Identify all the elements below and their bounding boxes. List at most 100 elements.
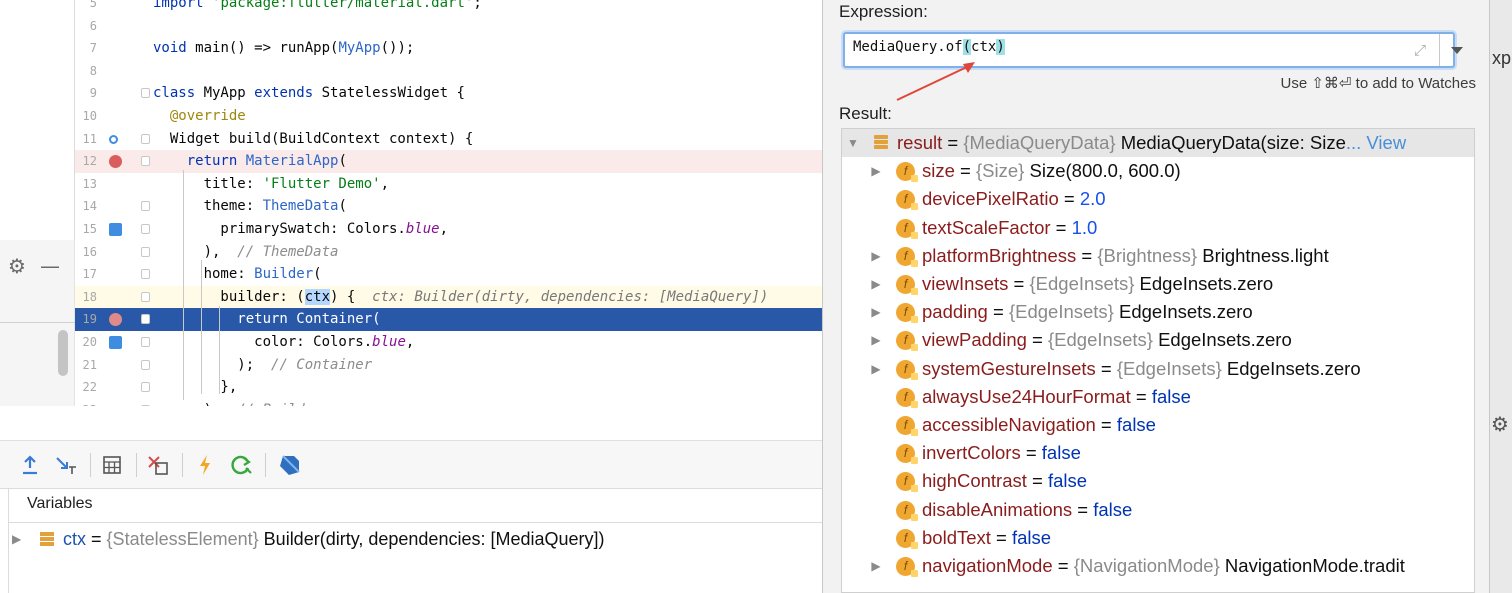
code-line[interactable]: 19 return Container( [75, 308, 822, 331]
evaluate-expression-dialog: Expression: MediaQuery.of(ctx) ⤢ Use ⇧⌘⏎… [822, 0, 1490, 593]
fold-marker-icon[interactable] [141, 246, 150, 257]
fold-marker-icon[interactable] [141, 133, 150, 144]
code-line[interactable]: 17 home: Builder( [75, 263, 822, 286]
field-value: Size(800.0, 600.0) [1029, 160, 1181, 182]
code-line[interactable]: 15 primarySwatch: Colors.blue, [75, 218, 822, 241]
scrollbar-thumb[interactable] [58, 330, 68, 376]
expand-arrow-icon[interactable]: ▶ [869, 298, 883, 326]
field-icon: f [896, 218, 918, 239]
result-field-row[interactable]: f highContrast = false [842, 467, 1474, 495]
expanded-arrow-icon[interactable]: ▼ [846, 129, 860, 157]
code-line[interactable]: 9 class MyApp extends StatelessWidget { [75, 82, 822, 105]
flutter-outline-icon[interactable] [109, 223, 122, 236]
calculator-icon[interactable] [100, 453, 124, 477]
result-tree[interactable]: ▼ result = {MediaQueryData} MediaQueryDa… [841, 128, 1475, 593]
code-line[interactable]: 22 }, [75, 376, 822, 399]
result-field-row[interactable]: ▶ f navigationMode = {NavigationMode} Navi… [842, 552, 1474, 580]
fold-marker-icon[interactable] [141, 382, 150, 393]
minus-icon[interactable]: — [40, 254, 60, 278]
result-field-row[interactable]: f invertColors = false [842, 439, 1474, 467]
line-number: 19 [82, 312, 97, 327]
result-field-row[interactable]: ▶ f platformBrightness = {Brightness} Brig… [842, 242, 1474, 270]
result-field-row[interactable]: f boldText = false [842, 524, 1474, 552]
indent-guide [201, 260, 202, 394]
field-type: {Brightness} [1097, 244, 1198, 266]
view-link[interactable]: View [1366, 132, 1406, 153]
expand-arrow-icon[interactable]: ▶ [869, 270, 883, 298]
code-editor[interactable]: 5 import 'package:flutter/material.dart';… [75, 0, 822, 406]
code-line[interactable]: 5 import 'package:flutter/material.dart'; [75, 0, 822, 15]
expand-arrow-icon[interactable]: ▶ [12, 527, 21, 551]
result-field-row[interactable]: ▶ f viewInsets = {EdgeInsets} EdgeInsets.z… [842, 270, 1474, 298]
code-line[interactable]: 13 title: 'Flutter Demo', [75, 173, 822, 196]
expand-arrow-icon[interactable]: ▶ [869, 326, 883, 354]
code-line[interactable]: 12 return MaterialApp( [75, 150, 822, 173]
result-field-row[interactable]: ▶ f systemGestureInsets = {EdgeInsets} Edg… [842, 355, 1474, 383]
line-number: 20 [82, 335, 97, 349]
mute-breakpoints-icon[interactable] [146, 453, 170, 477]
fold-marker-icon[interactable] [141, 291, 150, 302]
code-line[interactable]: 10 @override [75, 105, 822, 128]
result-field-row[interactable]: f alwaysUse24HourFormat = false [842, 383, 1474, 411]
code-line[interactable]: 11 Widget build(BuildContext context) { [75, 128, 822, 151]
field-value: false [1048, 470, 1088, 492]
step-out-icon[interactable] [18, 453, 42, 477]
fold-marker-icon[interactable] [141, 201, 150, 212]
field-name: invertColors [922, 442, 1021, 464]
field-icon: f [896, 387, 918, 408]
expand-icon[interactable]: ⤢ [1410, 41, 1430, 59]
fold-marker-icon[interactable] [141, 359, 150, 370]
code-line[interactable]: 14 theme: ThemeData( [75, 195, 822, 218]
fold-marker-icon[interactable] [141, 269, 150, 280]
code-line[interactable]: 18 builder: (ctx) { ctx: Builder(dirty, … [75, 285, 822, 309]
run-to-cursor-icon[interactable] [54, 453, 78, 477]
code-text: title: 'Flutter Demo', [153, 175, 390, 192]
fold-marker-icon[interactable] [141, 88, 150, 99]
field-icon: f [896, 557, 918, 577]
field-icon: f [896, 190, 918, 211]
fold-marker-icon[interactable] [141, 156, 150, 167]
lightning-icon[interactable] [193, 453, 217, 477]
fold-marker-icon[interactable] [141, 314, 150, 325]
override-icon[interactable] [109, 134, 118, 144]
breakpoint-icon[interactable] [109, 313, 122, 327]
field-value: NavigationMode.tradit [1224, 555, 1405, 576]
result-field-row[interactable]: f disableAnimations = false [842, 496, 1474, 524]
result-field-row[interactable]: f textScaleFactor = 1.0 [842, 214, 1474, 242]
field-value: Brightness.light [1202, 244, 1329, 266]
result-field-row[interactable]: f accessibleNavigation = false [842, 411, 1474, 439]
field-name: textScaleFactor [922, 216, 1051, 238]
expand-arrow-icon[interactable]: ▶ [869, 355, 883, 383]
breakpoint-icon[interactable] [109, 155, 122, 169]
result-root-row[interactable]: ▼ result = {MediaQueryData} MediaQueryDa… [842, 129, 1474, 158]
fold-marker-icon[interactable] [141, 224, 150, 234]
line-number: 16 [82, 244, 97, 259]
fold-marker-icon[interactable] [141, 337, 150, 347]
result-field-row[interactable]: ▶ f viewPadding = {EdgeInsets} EdgeInsets.… [842, 326, 1474, 354]
expand-arrow-icon[interactable]: ▶ [869, 157, 883, 185]
chevron-down-icon [1450, 46, 1463, 54]
code-line[interactable]: 16 ), // ThemeData [75, 241, 822, 264]
code-text: color: Colors.blue, [153, 334, 415, 350]
flutter-outline-icon[interactable] [109, 336, 122, 349]
code-line[interactable]: 6 [75, 15, 822, 38]
gear-icon[interactable]: ⚙ [1491, 412, 1509, 436]
code-line[interactable]: 8 [75, 60, 822, 83]
gear-icon[interactable]: ⚙ [8, 254, 26, 278]
field-icon: f [896, 162, 918, 183]
restart-icon[interactable] [229, 453, 253, 477]
dart-icon[interactable] [277, 453, 301, 477]
history-dropdown-button[interactable] [1439, 34, 1473, 66]
line-number: 18 [82, 289, 97, 304]
fold-marker-icon[interactable] [141, 404, 150, 406]
result-field-row[interactable]: f devicePixelRatio = 2.0 [842, 185, 1474, 213]
code-line[interactable]: 20 color: Colors.blue, [75, 331, 822, 354]
result-field-row[interactable]: ▶ f padding = {EdgeInsets} EdgeInsets.zero [842, 298, 1474, 326]
field-value: false [1151, 385, 1191, 407]
code-line[interactable]: 7 void main() => runApp(MyApp()); [75, 37, 822, 60]
expand-arrow-icon[interactable]: ▶ [869, 552, 883, 580]
result-field-row[interactable]: ▶ f size = {Size} Size(800.0, 600.0) [842, 157, 1474, 185]
code-line[interactable]: 23 ), // Builder [75, 399, 822, 406]
expand-arrow-icon[interactable]: ▶ [869, 242, 883, 270]
code-line[interactable]: 21 ); // Container [75, 354, 822, 377]
